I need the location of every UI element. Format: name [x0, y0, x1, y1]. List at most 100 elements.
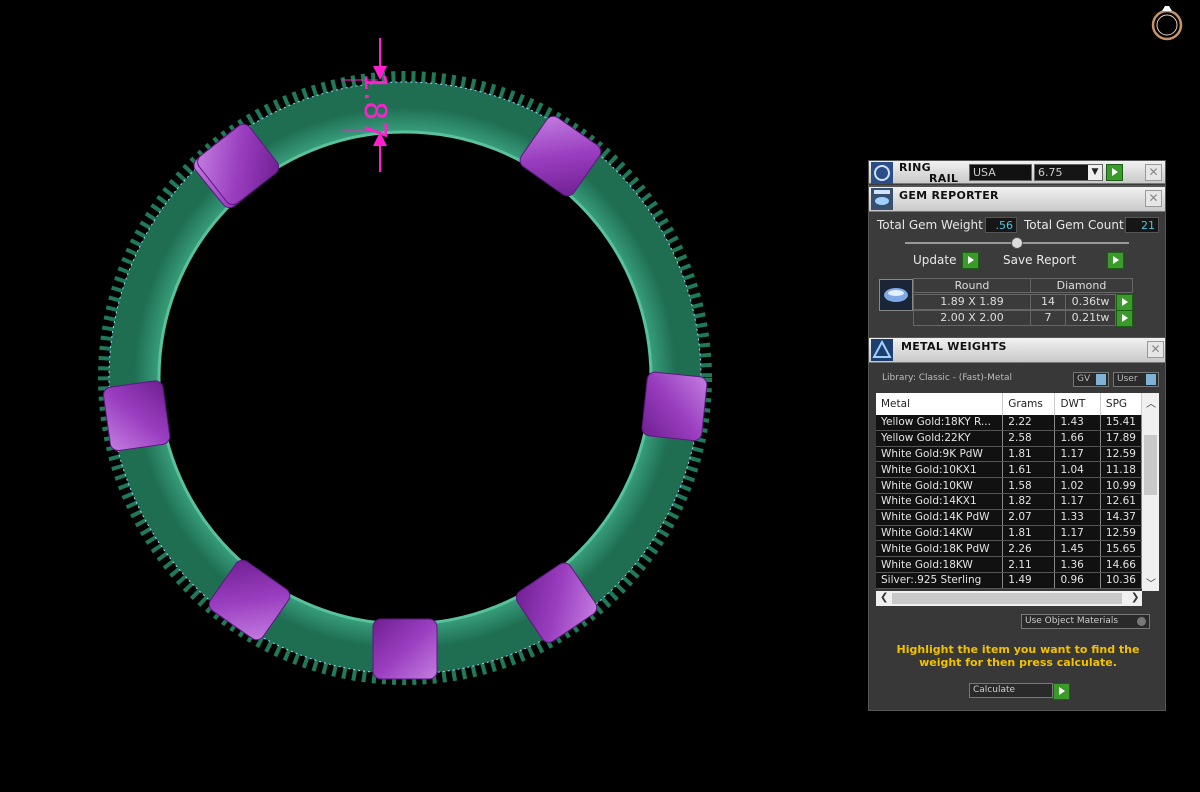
- gem-stone[interactable]: [102, 380, 171, 452]
- cell-metal: Yellow Gold:18KY R...: [876, 415, 1004, 431]
- update-button-label[interactable]: Update: [913, 253, 956, 267]
- table-row[interactable]: White Gold:10KX1 1.61 1.04 11.18: [876, 461, 1143, 479]
- cell-metal: White Gold:10KX1: [876, 461, 1004, 479]
- cell-dwt: 1.17: [1054, 493, 1101, 510]
- ring-size-value: 6.75: [1038, 166, 1063, 179]
- cell-spg: 10.99: [1100, 477, 1143, 494]
- cell-grams: 1.58: [1002, 477, 1056, 494]
- cell-metal: White Gold:14KX1: [876, 493, 1004, 510]
- horizontal-scrollbar[interactable]: ❮ ❯: [876, 591, 1142, 606]
- table-row[interactable]: White Gold:10KW 1.58 1.02 10.99: [876, 477, 1143, 494]
- gem-reporter-icon: [871, 188, 893, 210]
- scroll-left-icon[interactable]: ❮: [880, 592, 888, 603]
- close-icon[interactable]: ✕: [1145, 164, 1162, 181]
- table-row[interactable]: White Gold:14K PdW 2.07 1.33 14.37: [876, 509, 1143, 526]
- cell-metal: White Gold:14KW: [876, 525, 1004, 542]
- total-gem-count-value: 21: [1125, 217, 1159, 233]
- table-row[interactable]: White Gold:18KW 2.11 1.36 14.66: [876, 556, 1143, 573]
- gem-size-2[interactable]: 2.00 X 2.00: [913, 310, 1031, 326]
- ring-rail-title-2: RAIL: [929, 172, 959, 185]
- column-metal[interactable]: Metal: [876, 393, 1004, 415]
- cell-metal: White Gold:10KW: [876, 477, 1004, 494]
- info-icon[interactable]: [1146, 374, 1156, 385]
- column-dwt[interactable]: DWT: [1054, 393, 1101, 415]
- gem-reporter-titlebar: GEM REPORTER ✕: [869, 187, 1165, 212]
- gv-toggle[interactable]: GV: [1073, 372, 1109, 387]
- cell-spg: 15.41: [1100, 415, 1143, 431]
- ring-size-select[interactable]: 6.75 ▼: [1034, 164, 1103, 181]
- ring-size-go-button[interactable]: [1106, 164, 1123, 181]
- ring-rail-title-1: RING: [899, 161, 931, 174]
- info-icon[interactable]: [1096, 374, 1106, 385]
- use-object-materials-label: Use Object Materials: [1025, 616, 1119, 626]
- gem-row-1-button[interactable]: [1116, 294, 1133, 311]
- gem-count-2: 7: [1030, 310, 1066, 326]
- chevron-down-icon[interactable]: ▼: [1088, 165, 1102, 180]
- ring-model[interactable]: [98, 71, 712, 685]
- close-icon[interactable]: ✕: [1145, 190, 1162, 207]
- update-button[interactable]: [962, 252, 979, 269]
- cell-spg: 12.61: [1100, 493, 1143, 510]
- cell-metal: White Gold:18KW: [876, 556, 1004, 573]
- cell-spg: 15.65: [1100, 540, 1143, 558]
- gem-thumbnail: [879, 279, 913, 311]
- cell-grams: 1.49: [1002, 572, 1056, 589]
- diamond-icon: [884, 288, 908, 302]
- cell-spg: 14.66: [1100, 556, 1143, 573]
- scroll-down-icon[interactable]: ﹀: [1146, 575, 1156, 590]
- cell-grams: 1.82: [1002, 493, 1056, 510]
- vertical-scrollbar[interactable]: ︿ ﹀: [1142, 393, 1159, 591]
- gem-stone[interactable]: [372, 618, 438, 680]
- gem-weight-2: 0.21tw: [1065, 310, 1116, 326]
- scroll-thumb[interactable]: [892, 593, 1122, 604]
- ring-rail-panel: RING RAIL USA 6.75 ▼ ✕: [868, 160, 1166, 186]
- cell-dwt: 1.45: [1054, 540, 1101, 558]
- save-report-button[interactable]: [1107, 252, 1124, 269]
- slider-handle[interactable]: [1011, 237, 1023, 249]
- cell-grams: 2.07: [1002, 509, 1056, 526]
- gem-row-2-button[interactable]: [1116, 310, 1133, 327]
- scroll-up-icon[interactable]: ︿: [1146, 395, 1156, 410]
- metal-weights-icon: [871, 339, 893, 361]
- calculate-button[interactable]: [1053, 683, 1070, 700]
- user-label: User: [1117, 374, 1138, 384]
- gem-size-1[interactable]: 1.89 X 1.89: [913, 294, 1031, 310]
- cell-metal: Yellow Gold:22KY: [876, 430, 1004, 447]
- cell-spg: 10.36: [1100, 572, 1143, 589]
- calculate-field[interactable]: Calculate: [969, 683, 1053, 698]
- cell-grams: 2.26: [1002, 540, 1056, 558]
- gem-stone[interactable]: [641, 371, 708, 441]
- column-spg[interactable]: SPG: [1100, 393, 1143, 415]
- region-field[interactable]: USA: [969, 164, 1032, 181]
- material-header: Diamond: [1030, 278, 1133, 293]
- cell-metal: White Gold:9K PdW: [876, 446, 1004, 463]
- dimension-label: 1.87: [357, 73, 392, 140]
- table-row[interactable]: Silver:.925 Sterling 1.49 0.96 10.36: [876, 572, 1143, 589]
- save-report-label[interactable]: Save Report: [1003, 253, 1076, 267]
- user-toggle[interactable]: User: [1113, 372, 1159, 387]
- cell-grams: 1.81: [1002, 446, 1056, 463]
- scroll-right-icon[interactable]: ❯: [1131, 592, 1139, 603]
- total-gem-count-label: Total Gem Count: [1024, 218, 1124, 232]
- ring-logo-icon[interactable]: [1149, 3, 1185, 41]
- cell-dwt: 1.02: [1054, 477, 1101, 494]
- column-grams[interactable]: Grams: [1002, 393, 1056, 415]
- table-row[interactable]: White Gold:18K PdW 2.26 1.45 15.65: [876, 540, 1143, 558]
- close-icon[interactable]: ✕: [1147, 341, 1164, 358]
- use-object-materials-toggle[interactable]: Use Object Materials: [1021, 614, 1150, 629]
- table-row[interactable]: Yellow Gold:22KY 2.58 1.66 17.89: [876, 430, 1143, 447]
- metal-weights-titlebar: METAL WEIGHTS ✕: [869, 338, 1165, 363]
- table-row[interactable]: White Gold:14KW 1.81 1.17 12.59: [876, 525, 1143, 542]
- cell-grams: 1.61: [1002, 461, 1056, 479]
- toggle-icon[interactable]: [1137, 617, 1146, 626]
- total-gem-weight-value: .56: [985, 217, 1017, 233]
- table-header-row: Metal Grams DWT SPG: [876, 393, 1143, 415]
- table-row[interactable]: Yellow Gold:18KY R... 2.22 1.43 15.41: [876, 415, 1143, 431]
- table-row[interactable]: White Gold:14KX1 1.82 1.17 12.61: [876, 493, 1143, 510]
- metal-weights-table[interactable]: Metal Grams DWT SPG Yellow Gold:18KY R..…: [876, 393, 1143, 589]
- cell-spg: 12.59: [1100, 446, 1143, 463]
- scroll-thumb[interactable]: [1144, 435, 1157, 495]
- table-row[interactable]: White Gold:9K PdW 1.81 1.17 12.59: [876, 446, 1143, 463]
- cell-grams: 2.22: [1002, 415, 1056, 431]
- cell-spg: 12.59: [1100, 525, 1143, 542]
